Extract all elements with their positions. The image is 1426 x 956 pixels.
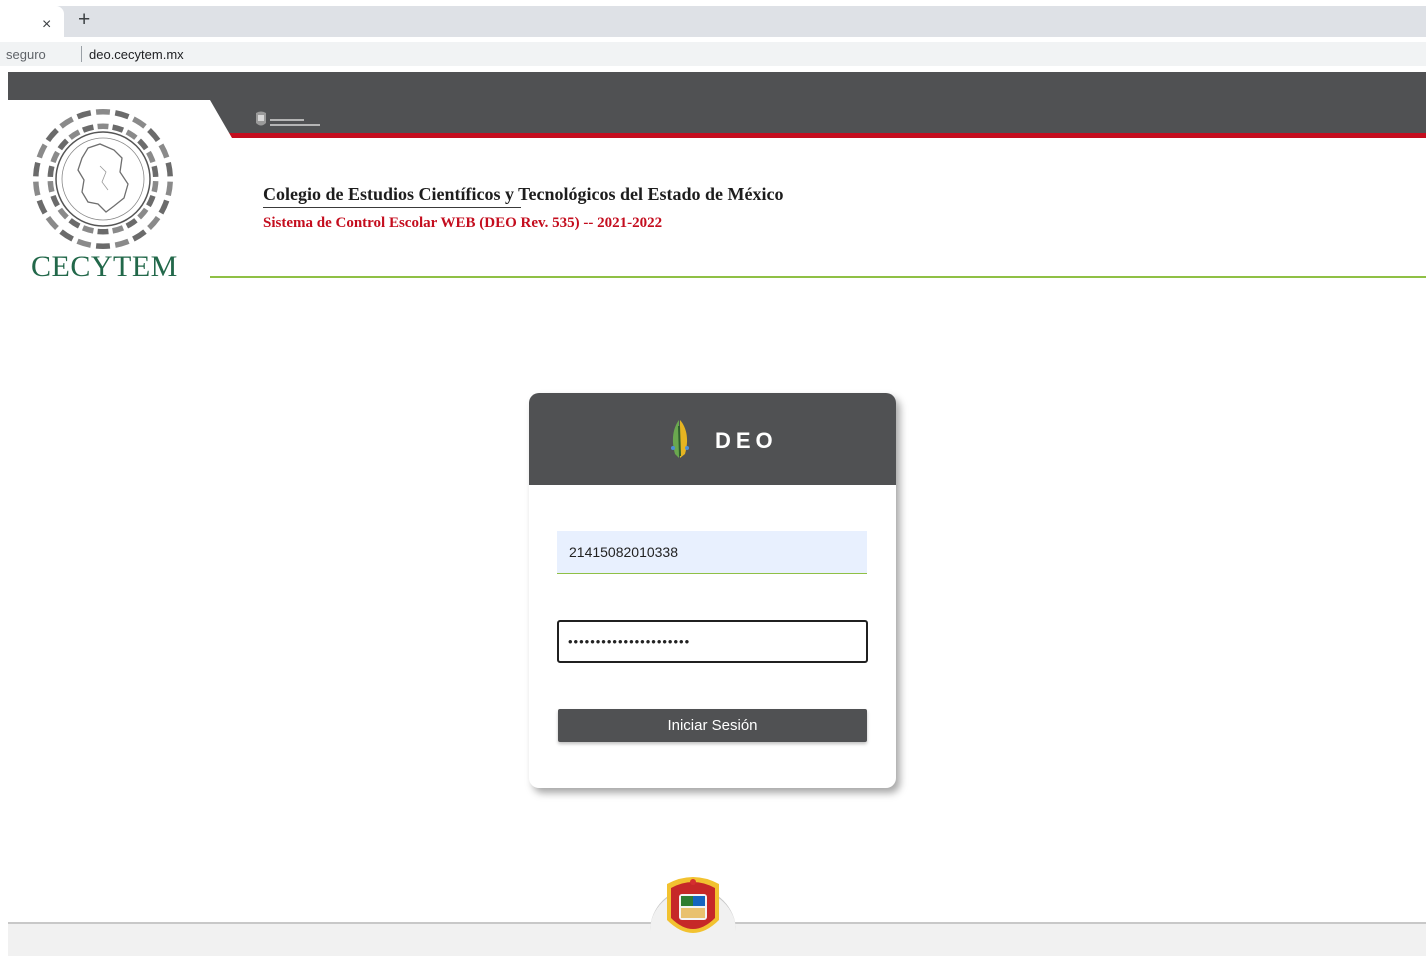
- estado-de-mexico-seal-icon: [667, 877, 719, 933]
- page: × + seguro deo.cecytem.mx CECYTEM Colegi…: [0, 0, 1426, 956]
- login-card-header: DEO: [529, 393, 896, 485]
- header-green-line: [210, 276, 1426, 278]
- address-field[interactable]: [0, 42, 1426, 66]
- login-button[interactable]: Iniciar Sesión: [558, 709, 867, 742]
- url-text[interactable]: deo.cecytem.mx: [89, 47, 184, 62]
- login-card-title: DEO: [715, 428, 778, 453]
- close-tab-icon[interactable]: ×: [42, 15, 51, 35]
- deo-leaf-icon: [671, 420, 689, 458]
- login-card: DEO Iniciar Sesión: [529, 393, 896, 788]
- cecytem-logo-text: CECYTEM: [31, 250, 178, 283]
- username-input[interactable]: [557, 531, 867, 574]
- address-separator: [81, 46, 82, 62]
- cecytem-logo-icon: [33, 109, 173, 249]
- new-tab-button[interactable]: +: [78, 8, 90, 32]
- browser-tabstrip: × +: [0, 0, 1426, 37]
- page-title: Colegio de Estudios Científicos y Tecnol…: [263, 184, 784, 204]
- password-input[interactable]: [557, 620, 868, 663]
- security-indicator[interactable]: seguro: [6, 47, 46, 62]
- title-underline: [263, 207, 521, 208]
- tabstrip-background: [0, 6, 1426, 37]
- government-mini-logo-lettering: [270, 119, 320, 126]
- browser-tab[interactable]: ×: [0, 6, 64, 37]
- page-subtitle: Sistema de Control Escolar WEB (DEO Rev.…: [263, 215, 663, 231]
- government-mini-logo-icon: [256, 111, 266, 126]
- address-bar[interactable]: [0, 37, 1426, 71]
